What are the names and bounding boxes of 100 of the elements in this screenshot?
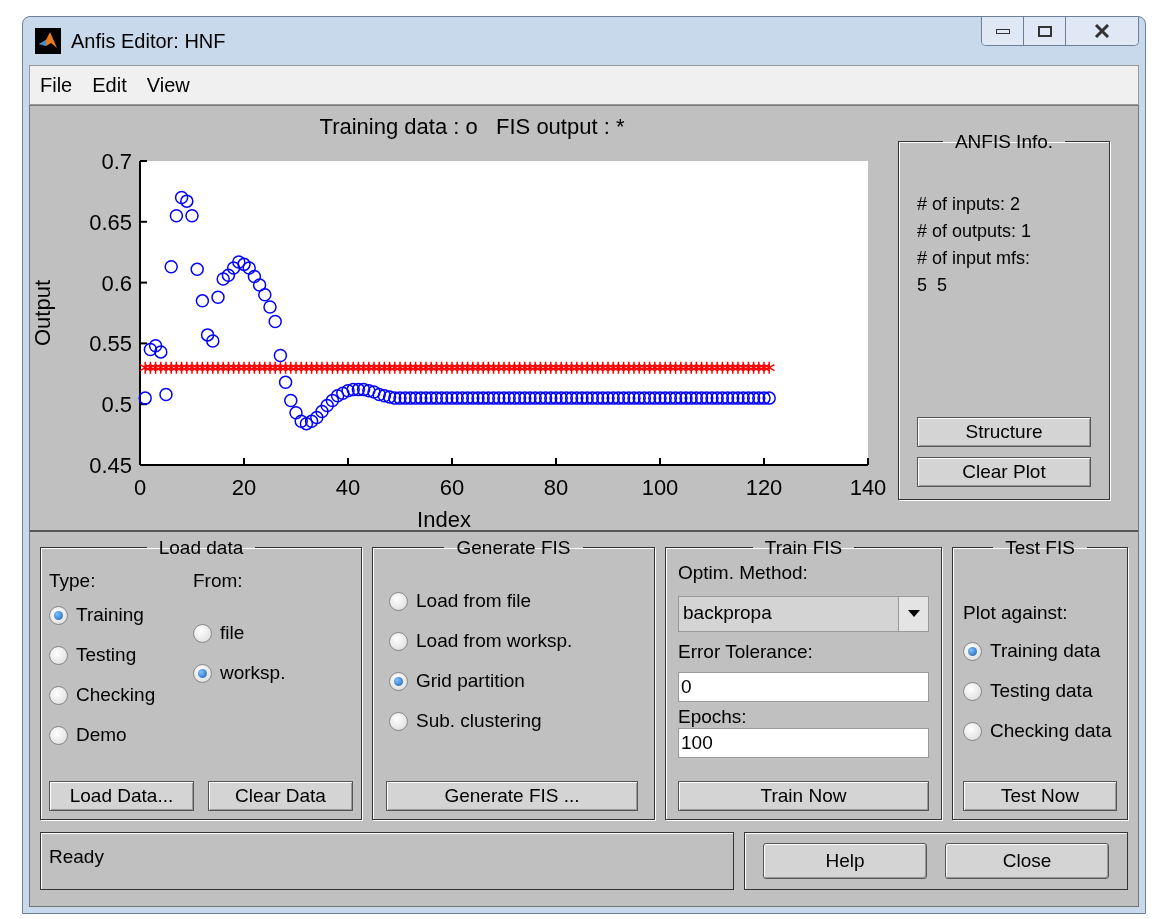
data-point (435, 360, 448, 375)
data-point (498, 360, 510, 375)
data-point (144, 360, 157, 375)
data-point (523, 391, 537, 405)
data-point (690, 360, 703, 375)
info-text: # of inputs: 2 (917, 193, 1022, 216)
push-button[interactable]: Clear Plot (917, 457, 1091, 487)
field-label: Plot against: (963, 601, 1069, 625)
data-point (242, 261, 256, 275)
push-button[interactable]: Clear Data (208, 781, 353, 811)
radio-button[interactable] (193, 623, 212, 643)
radio-label: Training (76, 602, 144, 627)
data-point (430, 360, 443, 375)
radio-button[interactable] (389, 711, 408, 731)
radio-button[interactable] (49, 605, 68, 625)
data-point (237, 257, 251, 272)
data-point (746, 391, 761, 405)
data-point (706, 360, 718, 375)
menu-item[interactable]: Edit (92, 70, 127, 100)
data-point (362, 360, 375, 375)
app-logo-icon (35, 28, 61, 54)
radio-button[interactable] (389, 591, 408, 611)
radio-label: Checking (76, 682, 156, 707)
data-point (674, 391, 688, 405)
push-button[interactable]: Structure (917, 417, 1091, 447)
data-point (627, 391, 641, 405)
maximize-button[interactable] (1024, 17, 1066, 45)
info-text: # of outputs: 1 (917, 220, 1033, 243)
data-point (420, 360, 432, 375)
data-point (216, 272, 230, 286)
minimize-button[interactable] (982, 17, 1024, 45)
data-point (170, 360, 183, 375)
data-point (560, 360, 573, 375)
data-point (227, 360, 240, 375)
data-point (534, 360, 547, 375)
data-point (206, 334, 220, 348)
data-point (440, 360, 453, 375)
data-point (403, 391, 418, 405)
data-point (565, 360, 578, 375)
radio-button[interactable] (49, 725, 68, 745)
radio-button[interactable] (963, 642, 982, 661)
data-point (367, 385, 381, 399)
input-field[interactable]: 100 (678, 728, 929, 758)
radio-button[interactable] (49, 645, 68, 665)
data-point (679, 391, 693, 405)
data-point (659, 360, 672, 375)
radio-button[interactable] (389, 671, 408, 691)
data-point (336, 360, 349, 375)
radio-button[interactable] (963, 722, 982, 741)
data-point (622, 360, 635, 375)
radio-button[interactable] (963, 682, 982, 701)
data-point (221, 268, 236, 283)
data-point (700, 391, 714, 405)
push-button[interactable]: Test Now (963, 781, 1117, 811)
data-point (637, 391, 652, 405)
data-point (331, 360, 344, 375)
field-label: Type: (49, 569, 97, 593)
push-button[interactable]: Help (763, 843, 927, 879)
data-point (377, 388, 392, 403)
data-point (710, 391, 724, 405)
data-point (747, 360, 760, 375)
data-point (378, 360, 391, 375)
radio-button[interactable] (193, 663, 212, 683)
data-point (388, 391, 402, 405)
push-button[interactable]: Load Data... (49, 781, 194, 811)
method-dropdown[interactable]: backpropa (678, 595, 929, 632)
data-point (186, 360, 198, 375)
menu-item[interactable]: View (146, 70, 190, 100)
data-point (300, 360, 313, 375)
data-point (258, 288, 272, 302)
close-button[interactable] (1066, 17, 1138, 45)
input-field[interactable]: 0 (678, 672, 929, 702)
push-button[interactable]: Close (945, 843, 1109, 879)
data-point (394, 360, 406, 375)
x-tick-label: 20 (231, 475, 257, 500)
data-point (555, 360, 568, 375)
data-point (180, 360, 193, 375)
data-point (481, 391, 496, 405)
data-point (149, 360, 162, 375)
data-point (154, 345, 168, 359)
data-point (695, 360, 708, 375)
data-point (434, 391, 449, 405)
panel-title: Train FIS (763, 538, 844, 557)
data-point (674, 360, 687, 375)
push-button[interactable]: Train Now (678, 781, 929, 811)
data-point (347, 360, 360, 375)
x-tick-label: 40 (335, 475, 361, 500)
radio-button[interactable] (389, 631, 408, 651)
data-point (476, 391, 490, 405)
radio-button[interactable] (49, 685, 68, 705)
data-point (174, 190, 189, 205)
status-text: Ready (49, 846, 104, 867)
menu-item[interactable]: File (40, 70, 73, 100)
data-point (289, 405, 303, 420)
data-point (238, 360, 250, 375)
data-point (694, 391, 709, 405)
x-axis-label: Index (417, 507, 471, 532)
push-button[interactable]: Generate FIS ... (386, 781, 638, 811)
data-point (263, 300, 277, 314)
data-point (466, 360, 479, 375)
